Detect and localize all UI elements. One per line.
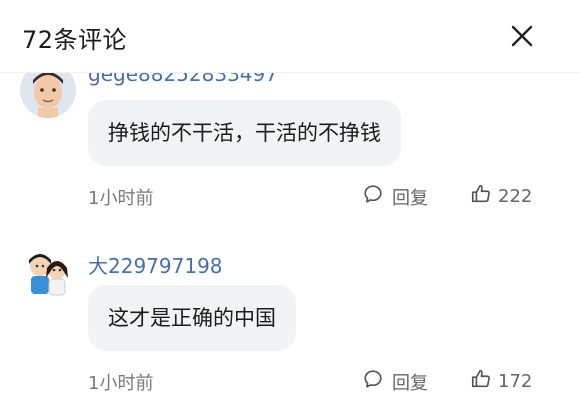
comment-text: 挣钱的不干活，干活的不挣钱 — [88, 100, 401, 166]
thumbs-up-icon — [470, 183, 492, 210]
reply-button[interactable]: 回复 — [362, 368, 428, 395]
chat-bubble-icon — [362, 183, 384, 210]
reply-button[interactable]: 回复 — [362, 183, 428, 210]
chat-bubble-icon — [362, 368, 384, 395]
comment-username[interactable]: 大229797198 — [88, 250, 223, 279]
comment-time: 1小时前 — [88, 373, 154, 394]
comment-time: 1小时前 — [88, 188, 154, 209]
comment-text: 这才是正确的中国 — [88, 285, 296, 351]
like-button[interactable]: 172 — [470, 368, 532, 395]
comments-header: 72条评论 — [0, 0, 580, 73]
like-count: 172 — [498, 371, 533, 392]
thumbs-up-icon — [470, 368, 492, 395]
close-button[interactable] — [508, 22, 536, 50]
close-icon — [511, 25, 533, 47]
comment-count-title: 72条评论 — [22, 26, 128, 54]
like-button[interactable]: 222 — [470, 183, 532, 210]
like-count: 222 — [498, 186, 533, 207]
reply-label: 回复 — [392, 187, 428, 209]
avatar[interactable] — [20, 244, 76, 300]
reply-label: 回复 — [392, 372, 428, 394]
